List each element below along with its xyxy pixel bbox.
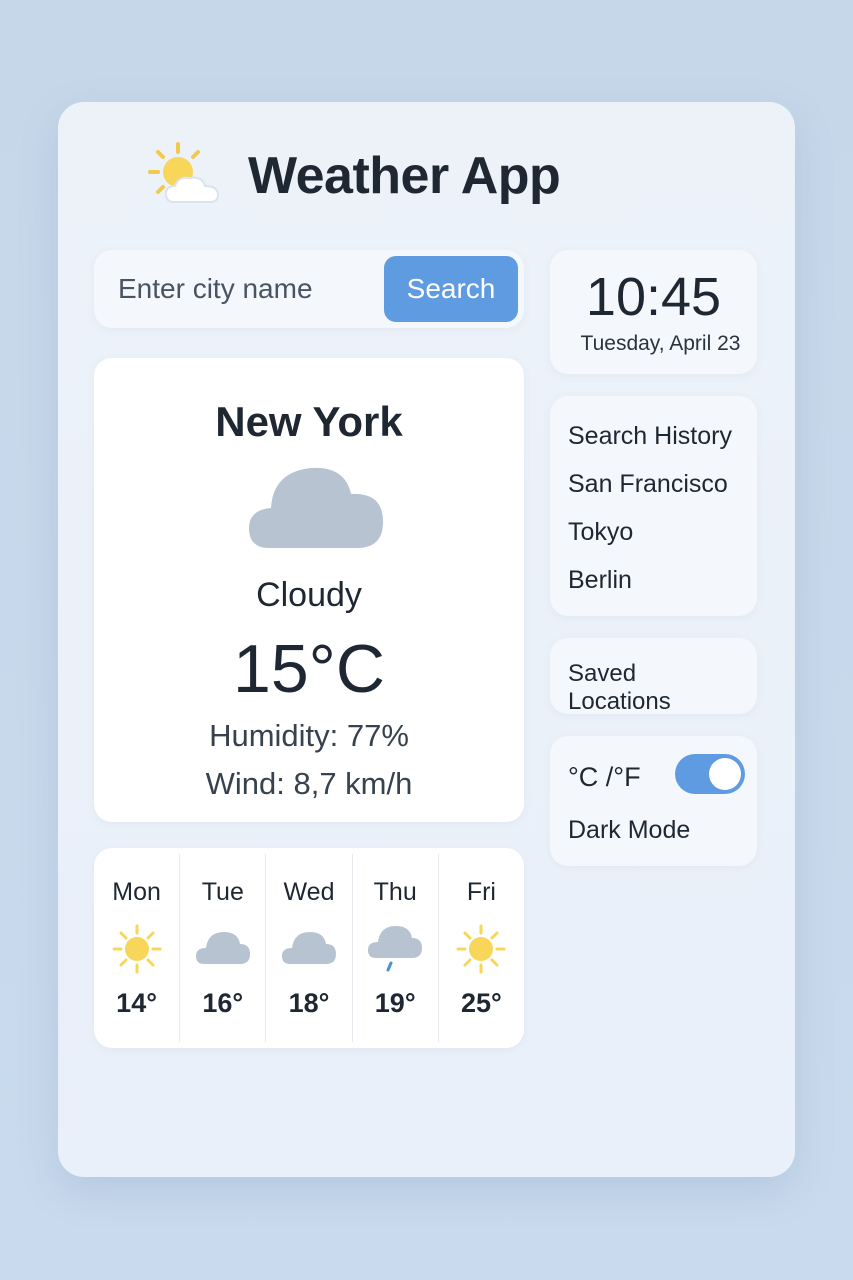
forecast-day-name: Fri <box>466 878 496 906</box>
history-item-san-francisco[interactable]: San Francisco <box>568 466 739 514</box>
search-bar: Search <box>94 250 524 328</box>
history-item-tokyo[interactable]: Tokyo <box>568 514 739 562</box>
current-temperature: 15°C <box>233 631 385 707</box>
forecast-temp: 18° <box>288 988 330 1018</box>
city-name: New York <box>215 398 403 445</box>
weather-app-window: Weather App Search New York Cloudy 15°C … <box>58 102 795 1177</box>
clock-widget: 10:45 Tuesday, April 23 <box>550 250 757 374</box>
forecast-temp: 19° <box>374 988 416 1018</box>
rain-cloud-icon <box>368 926 423 972</box>
clock-time: 10:45 <box>585 267 722 327</box>
forecast-day: Thu 19° <box>351 854 438 1042</box>
city-search-input[interactable] <box>94 273 384 305</box>
clock-date: Tuesday, April 23 <box>580 332 741 355</box>
current-weather-card: New York Cloudy 15°C Humidity: 77% Wind:… <box>94 358 524 822</box>
saved-locations-button[interactable]: Saved Locations <box>550 638 757 715</box>
cloud-icon <box>282 932 336 964</box>
history-item-berlin[interactable]: Berlin <box>568 562 739 610</box>
forecast-temp: 16° <box>202 988 244 1018</box>
forecast-temp: 25° <box>460 988 502 1018</box>
settings-panel: °C /°F Dark Mode <box>550 736 757 866</box>
toggle-knob <box>709 758 741 790</box>
dark-mode-option[interactable]: Dark Mode <box>568 816 690 845</box>
wind-text: Wind: 8,7 km/h <box>205 766 413 801</box>
search-history-panel: Search History San Francisco Tokyo Berli… <box>550 396 757 616</box>
search-button[interactable]: Search <box>384 256 518 322</box>
unit-toggle-label: °C /°F <box>568 762 641 792</box>
app-header: Weather App <box>148 140 561 212</box>
cloud-icon <box>249 467 383 548</box>
forecast-day: Wed 18° <box>265 854 351 1042</box>
unit-toggle-switch[interactable] <box>675 754 745 794</box>
search-history-title: Search History <box>568 422 732 450</box>
forecast-day: Fri 25° <box>437 854 524 1042</box>
cloud-icon <box>195 932 250 964</box>
humidity-text: Humidity: 77% <box>209 718 409 753</box>
forecast-day-name: Wed <box>283 878 335 906</box>
forecast-temp: 14° <box>116 988 158 1018</box>
forecast-day: Mon 14° <box>94 854 179 1042</box>
sun-icon <box>112 924 162 974</box>
condition-text: Cloudy <box>256 576 362 614</box>
forecast-day-name: Thu <box>373 878 417 906</box>
forecast-strip: Mon 14° Tue 16° Wed 18° Thu 19° Fri 25° <box>94 848 524 1048</box>
forecast-day-name: Mon <box>112 878 161 906</box>
app-title: Weather App <box>248 147 561 205</box>
sun-icon <box>456 924 506 974</box>
forecast-day-name: Tue <box>201 878 244 906</box>
sun-behind-cloud-icon <box>148 142 220 203</box>
forecast-day: Tue 16° <box>179 854 265 1042</box>
